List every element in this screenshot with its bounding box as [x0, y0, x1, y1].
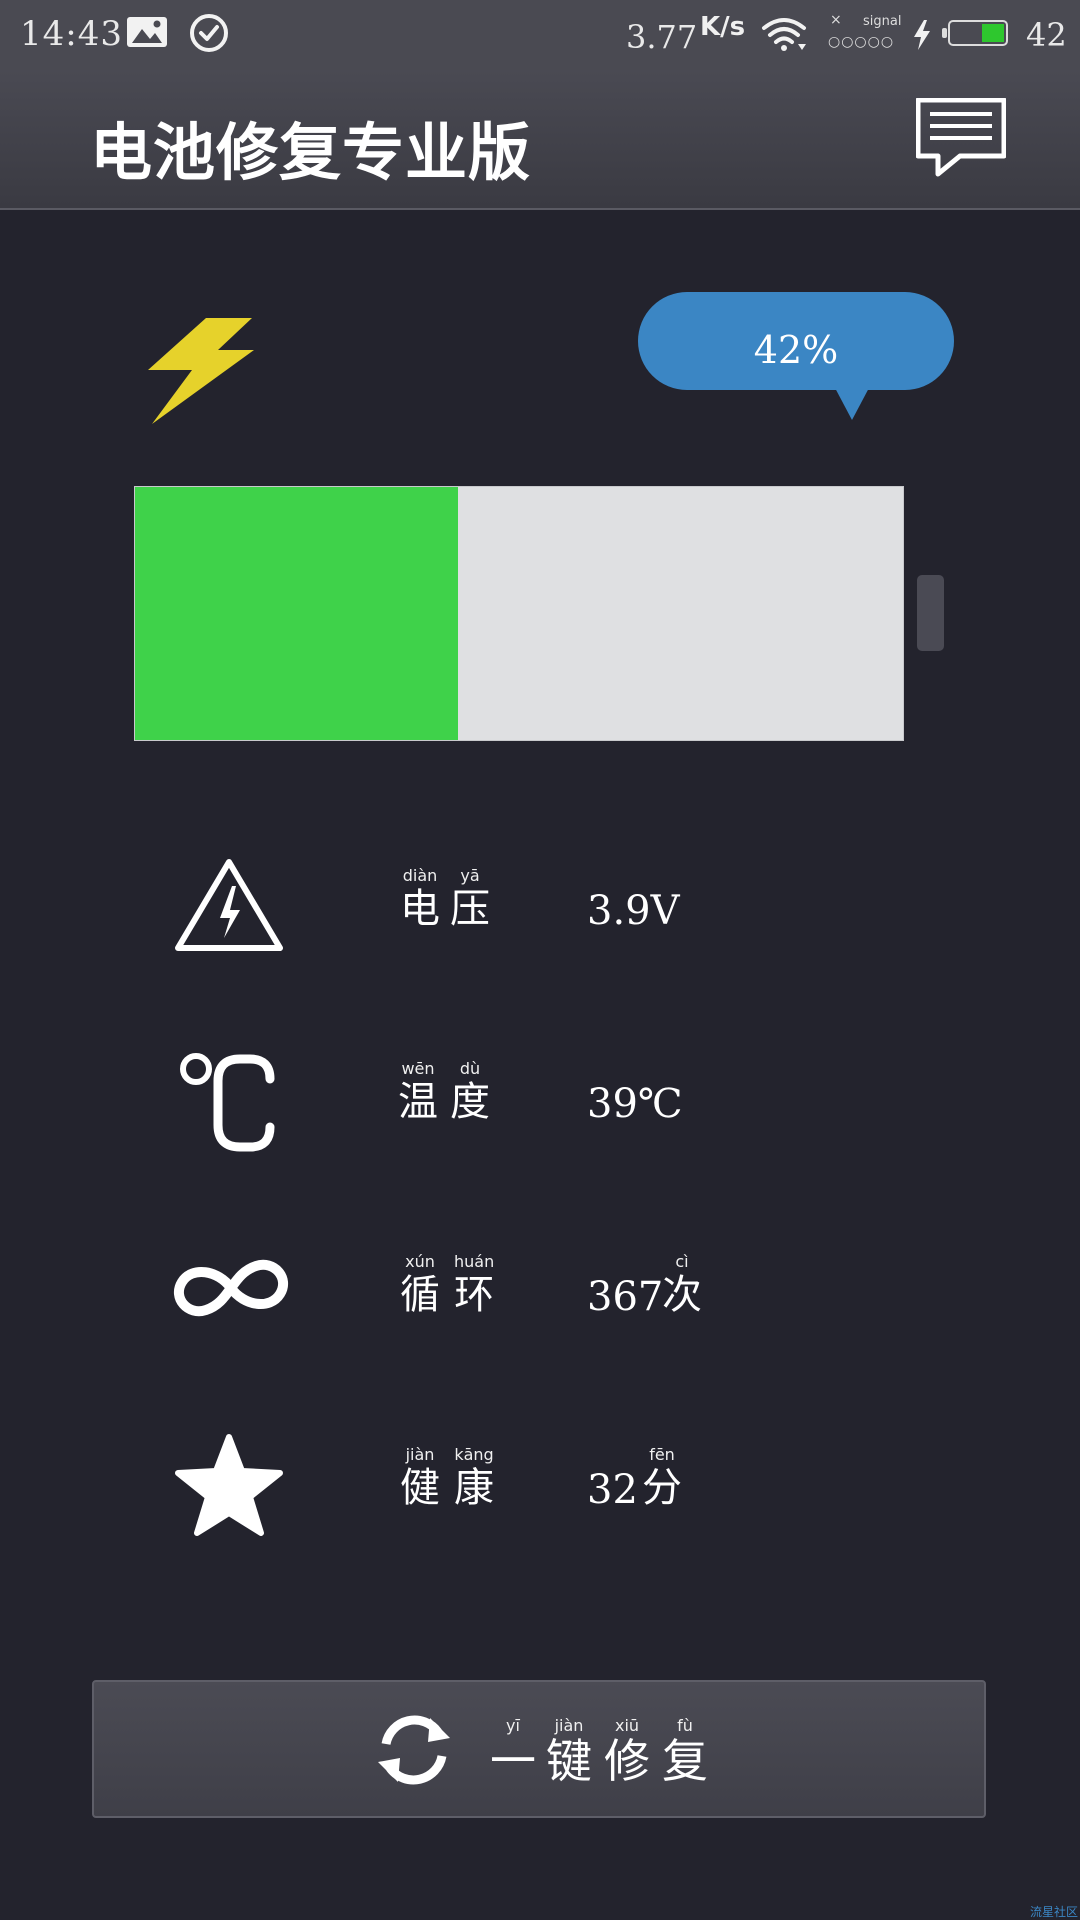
image-icon [127, 17, 167, 47]
refresh-icon [378, 1715, 450, 1785]
stat-row-voltage: diàn 电 yā 压 3.9V [0, 850, 1080, 970]
battery-gauge-terminal [917, 575, 944, 651]
battery-icon [948, 20, 1008, 46]
health-label-char-2: kāng 康 [454, 1445, 494, 1511]
battery-level: 42 [1026, 16, 1067, 54]
watermark: 流星社区 [1029, 1905, 1078, 1919]
message-icon[interactable] [916, 98, 1006, 178]
infinity-icon [174, 1259, 288, 1317]
network-speed-unit: K/s [700, 12, 746, 42]
stat-row-temperature: wēn 温 dù 度 39℃ [0, 1043, 1080, 1163]
repair-label-char-2: jiàn 键 [546, 1716, 592, 1788]
signal-strength-dots: ○○○○○ [828, 34, 895, 50]
battery-icon-fill [982, 24, 1004, 42]
cycles-label-char-1: xún 循 [400, 1252, 440, 1318]
star-icon [175, 1434, 283, 1536]
high-voltage-warning-icon [175, 859, 283, 951]
health-label-char-1: jiàn 健 [400, 1445, 440, 1511]
repair-label-char-1: yī 一 [490, 1716, 536, 1788]
signal-label: signal [863, 14, 902, 29]
celsius-icon [180, 1053, 275, 1152]
app-title: 电池修复专业版 [90, 116, 532, 189]
health-value: 32 [587, 1467, 638, 1513]
stat-row-health: jiàn 健 kāng 康 32 fēn 分 [0, 1429, 1080, 1549]
voltage-label-char-2: yā 压 [450, 866, 490, 932]
charging-bolt-icon [914, 20, 930, 50]
temperature-value: 39℃ [587, 1081, 683, 1127]
battery-percent-bubble: 42% [638, 292, 954, 390]
voltage-label-char-1: diàn 电 [400, 866, 440, 932]
battery-gauge-fill [135, 487, 458, 740]
status-bar: 14:43 3.77 K/s × signal ○○○○○ 42 [0, 0, 1080, 70]
bubble-pointer [834, 386, 870, 420]
lightning-bolt-icon [148, 318, 254, 424]
repair-label-char-4: fù 复 [662, 1716, 708, 1788]
voltage-value: 3.9V [587, 888, 680, 934]
signal-indicator: × signal ○○○○○ [828, 12, 901, 54]
wifi-icon [762, 18, 806, 51]
app-header: 电池修复专业版 [0, 70, 1080, 210]
cycles-unit: cì 次 [662, 1252, 702, 1318]
status-time: 14:43 [20, 14, 123, 54]
battery-gauge [134, 486, 904, 741]
check-circle-icon [190, 14, 228, 52]
no-signal-mark: × [830, 12, 842, 28]
network-speed: 3.77 [626, 18, 698, 56]
temperature-label-char-2: dù 度 [450, 1059, 490, 1125]
cycles-label-char-2: huán 环 [454, 1252, 495, 1318]
battery-percent-label: 42% [753, 328, 839, 372]
health-unit: fēn 分 [642, 1445, 682, 1511]
one-key-repair-button[interactable]: yī 一 jiàn 键 xiū 修 fù 复 [92, 1680, 986, 1818]
cycles-value: 367 [587, 1274, 664, 1320]
temperature-label-char-1: wēn 温 [398, 1059, 438, 1125]
repair-label-char-3: xiū 修 [604, 1716, 650, 1788]
stat-row-cycles: xún 循 huán 环 367 cì 次 [0, 1236, 1080, 1356]
battery-terminal [942, 28, 947, 38]
